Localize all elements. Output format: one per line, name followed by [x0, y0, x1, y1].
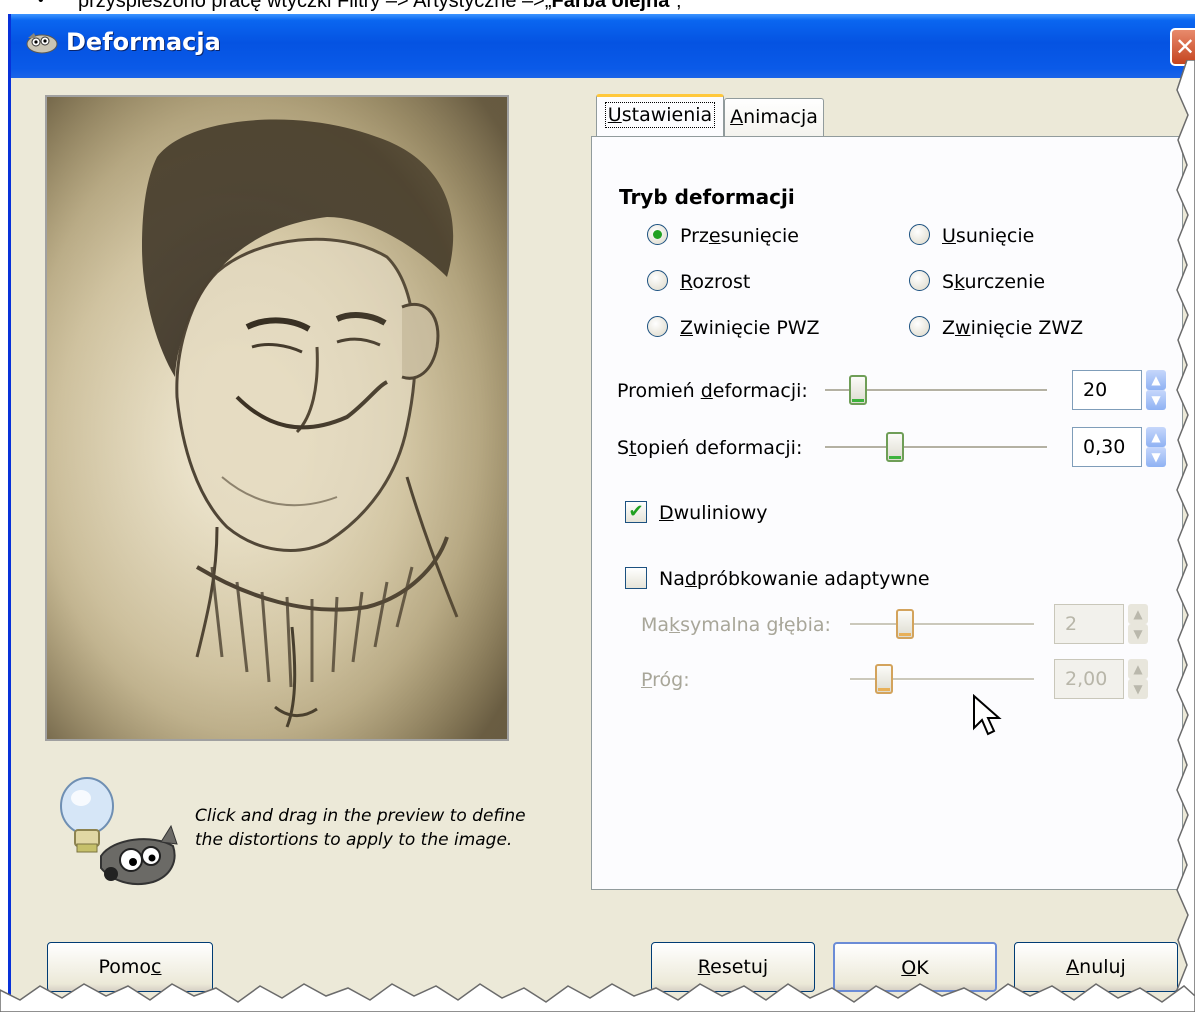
title-bar[interactable]: Deformacja ✕ [11, 14, 1195, 78]
max-depth-slider[interactable] [850, 609, 1034, 639]
radio-remove-indicator [909, 224, 930, 245]
threshold-slider-handle[interactable] [875, 664, 893, 694]
max-depth-spinner[interactable]: 2 ▲ ▼ [1054, 604, 1150, 644]
spin-up-icon[interactable]: ▲ [1146, 370, 1166, 390]
bilinear-checkbox-box[interactable]: ✔ [625, 500, 647, 523]
max-depth-value[interactable]: 2 [1054, 604, 1124, 644]
spin-up-icon[interactable]: ▲ [1128, 659, 1148, 679]
radius-slider[interactable] [825, 375, 1047, 405]
tab-animation-label: Animacja [730, 106, 818, 128]
threshold-spin-arrows[interactable]: ▲ ▼ [1128, 659, 1148, 699]
radio-grow[interactable]: Rozrost [647, 267, 750, 297]
bilinear-checkbox[interactable]: ✔ Dwuliniowy [625, 499, 768, 527]
mouse-cursor-icon [973, 694, 1002, 736]
strength-slider[interactable] [825, 432, 1047, 462]
radio-swirl-cw-indicator [647, 316, 668, 337]
preview-hint-line2: the distortions to apply to the image. [195, 830, 513, 850]
radio-move[interactable]: Przesunięcie [647, 221, 799, 251]
deform-mode-title: Tryb deformacji [619, 185, 795, 209]
radio-shrink-indicator [909, 270, 930, 291]
strength-value[interactable]: 0,30 [1072, 427, 1142, 467]
radius-slider-handle[interactable] [849, 375, 867, 405]
radio-move-indicator [647, 224, 668, 245]
bullet-text-suffix: ”; [669, 0, 682, 12]
portrait-sketch [47, 97, 507, 739]
bullet-glyph: • [38, 0, 44, 9]
radio-shrink[interactable]: Skurczenie [909, 267, 1045, 297]
spin-down-icon[interactable]: ▼ [1146, 390, 1166, 410]
max-depth-slider-handle[interactable] [896, 609, 914, 639]
spin-down-icon[interactable]: ▼ [1128, 624, 1148, 644]
preview-image[interactable] [45, 95, 509, 741]
supersample-checkbox-box[interactable] [625, 566, 647, 589]
radio-swirl-ccw-indicator [909, 316, 930, 337]
threshold-slider[interactable] [850, 664, 1034, 694]
bullet-text-bold: Farba olejna [551, 0, 670, 12]
spin-down-icon[interactable]: ▼ [1128, 679, 1148, 699]
spin-up-icon[interactable]: ▲ [1146, 427, 1166, 447]
document-bullet-line: • przyspieszono pracę wtyczki Filtry –> … [0, 0, 1195, 14]
strength-spin-arrows[interactable]: ▲ ▼ [1146, 427, 1166, 467]
radio-swirl-ccw[interactable]: Zwinięcie ZWZ [909, 313, 1083, 343]
radius-spin-arrows[interactable]: ▲ ▼ [1146, 370, 1166, 410]
tab-animation[interactable]: Animacja [724, 98, 824, 136]
gimp-app-icon [26, 33, 58, 54]
radius-label: Promień deformacji: [617, 380, 808, 402]
threshold-value[interactable]: 2,00 [1054, 659, 1124, 699]
gimp-lightbulb-icon [60, 777, 178, 886]
window-title: Deformacja [66, 28, 221, 56]
distort-dialog: Deformacja ✕ Click and drag in the previ… [8, 14, 1195, 1012]
preview-hint: Click and drag in the preview to define … [195, 804, 575, 852]
bullet-text: przyspieszono pracę wtyczki Filtry –> Ar… [78, 0, 682, 13]
strength-spinner[interactable]: 0,30 ▲ ▼ [1072, 427, 1168, 467]
bullet-text-prefix: przyspieszono pracę wtyczki Filtry –> Ar… [78, 0, 552, 12]
max-depth-label: Maksymalna głębia: [641, 614, 831, 636]
spin-down-icon[interactable]: ▼ [1146, 447, 1166, 467]
torn-edge-right [1176, 60, 1195, 1012]
tab-settings[interactable]: Ustawienia [596, 94, 724, 136]
supersample-checkbox[interactable]: Nadpróbkowanie adaptywne [625, 565, 930, 593]
spin-up-icon[interactable]: ▲ [1128, 604, 1148, 624]
radius-spinner[interactable]: 20 ▲ ▼ [1072, 370, 1168, 410]
tab-settings-label: Ustawienia [604, 102, 716, 128]
torn-edge-bottom [0, 983, 1195, 1012]
radius-value[interactable]: 20 [1072, 370, 1142, 410]
close-icon: ✕ [1174, 33, 1195, 61]
threshold-label: Próg: [641, 669, 690, 691]
radio-swirl-cw[interactable]: Zwinięcie PWZ [647, 313, 820, 343]
preview-hint-line1: Click and drag in the preview to define [195, 806, 526, 826]
strength-label: Stopień deformacji: [617, 437, 803, 459]
strength-slider-handle[interactable] [886, 432, 904, 462]
threshold-spinner[interactable]: 2,00 ▲ ▼ [1054, 659, 1150, 699]
strength-slider-track [825, 446, 1047, 449]
max-depth-spin-arrows[interactable]: ▲ ▼ [1128, 604, 1148, 644]
radio-grow-indicator [647, 270, 668, 291]
max-depth-slider-track [850, 623, 1034, 626]
radio-remove[interactable]: Usunięcie [909, 221, 1034, 251]
settings-panel: Tryb deformacji Przesunięcie Usunięcie R… [591, 136, 1183, 890]
